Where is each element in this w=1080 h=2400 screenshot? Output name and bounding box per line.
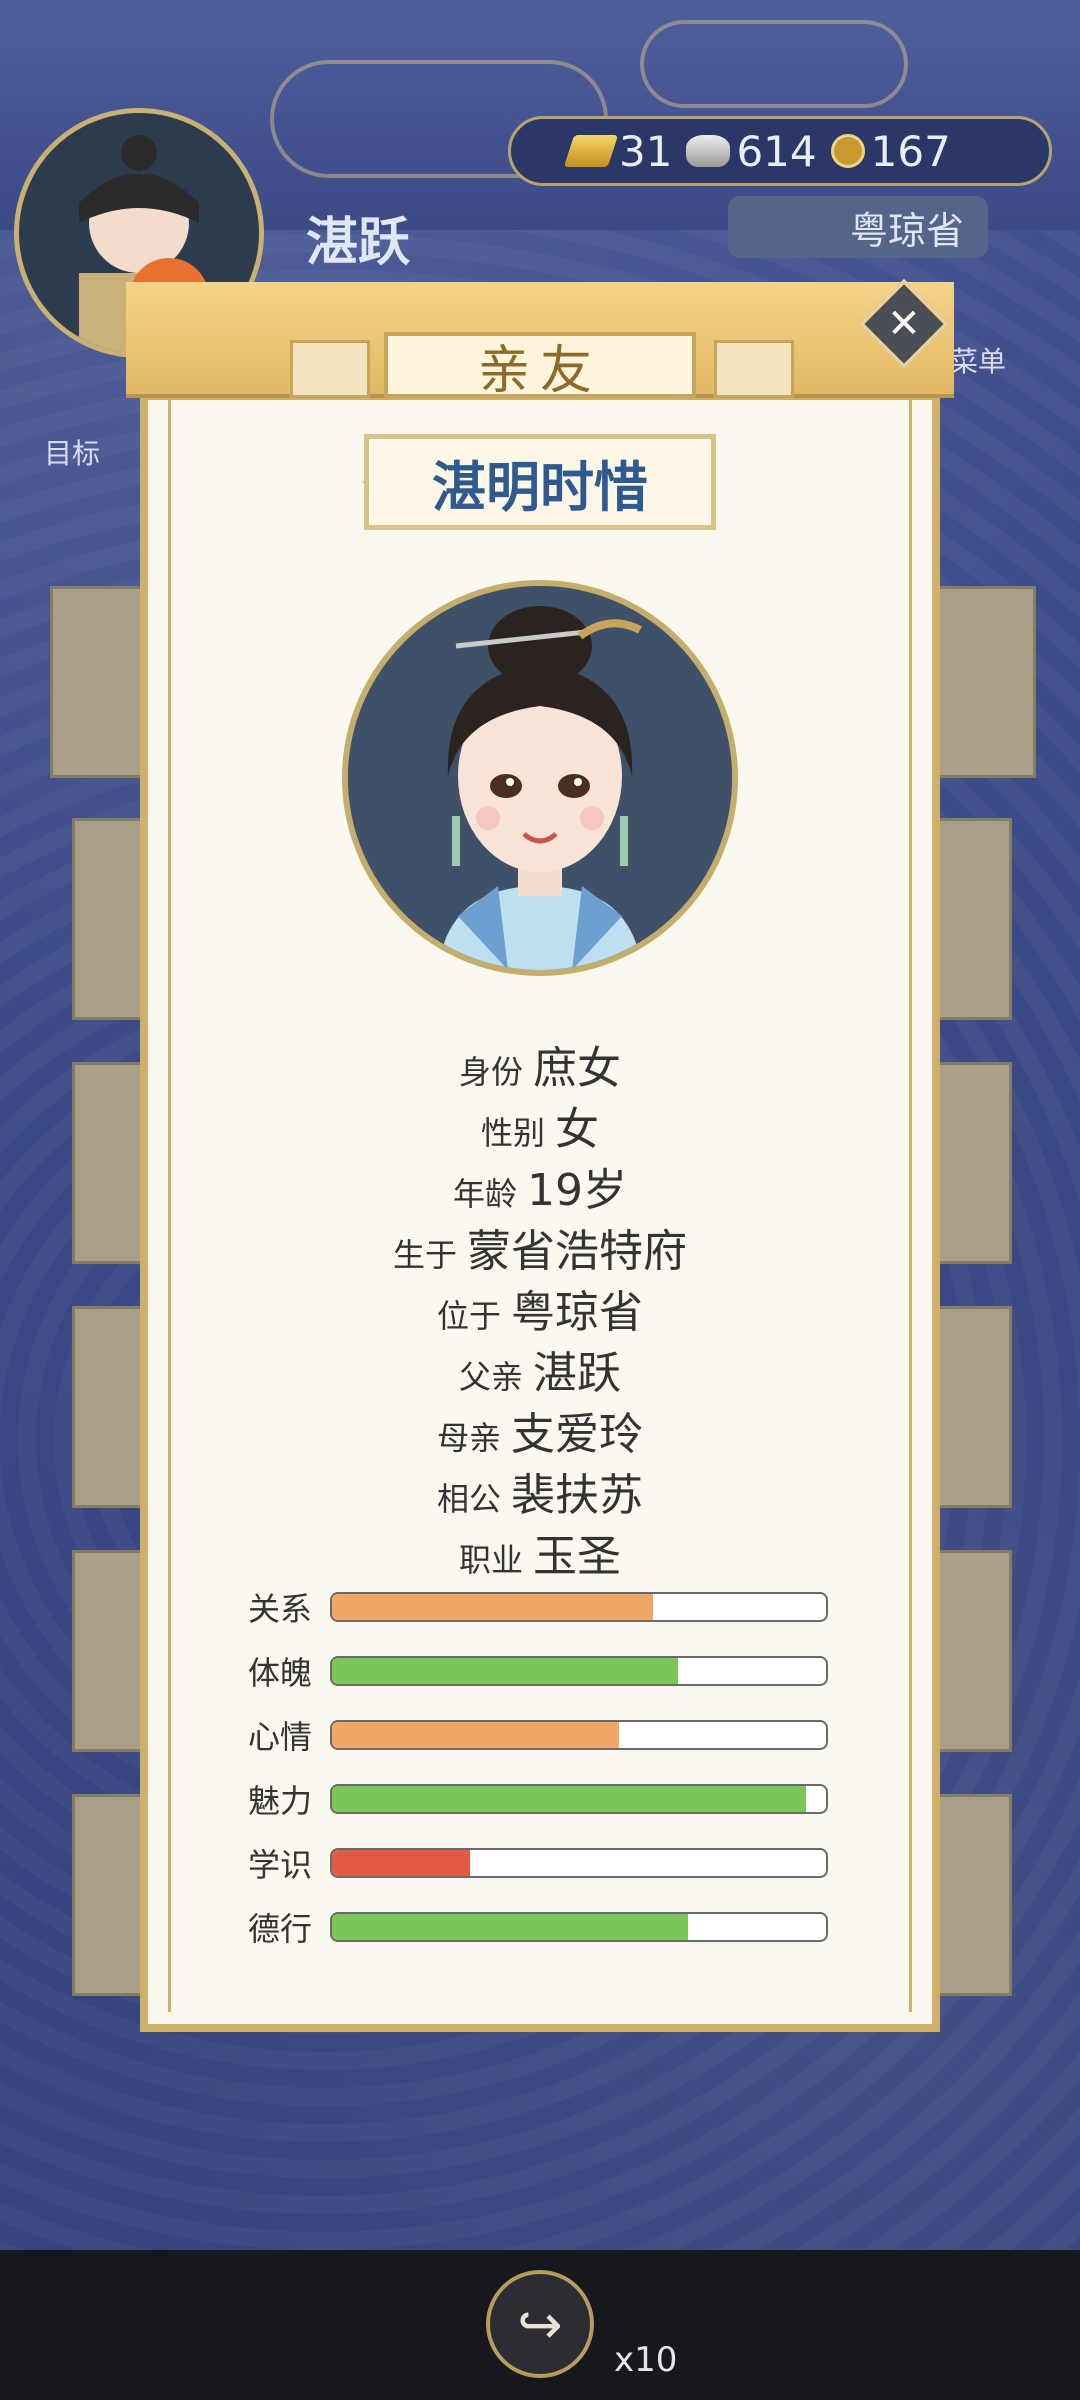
share-count: x10 — [614, 2340, 678, 2380]
stat-bar-fill — [332, 1914, 688, 1940]
info-row: 性别女 — [140, 1093, 940, 1157]
stat-bar-fill — [332, 1850, 471, 1876]
stat-label: 德行 — [248, 1910, 313, 1948]
currency-bar: 31 614 167 — [508, 116, 1052, 186]
stat-label: 魅力 — [248, 1782, 313, 1820]
info-label: 位于 — [436, 1297, 501, 1335]
info-value: 庶女 — [533, 1043, 621, 1094]
info-label: 身份 — [458, 1053, 523, 1091]
info-row: 身份 庶女 — [140, 1032, 940, 1096]
header-tab-decoration — [290, 340, 370, 398]
stat-bar-track — [330, 1912, 828, 1942]
province-label: 粤琼省 — [849, 208, 964, 253]
stat-row: 德行 — [248, 1910, 848, 1948]
stat-bar-fill — [332, 1722, 619, 1748]
info-row: 职业 玉圣 — [140, 1520, 940, 1584]
gold-ingot-icon — [563, 135, 619, 167]
info-row: 相公 裴扶苏 — [140, 1459, 940, 1523]
info-row: 生于 蒙省浩特府 — [140, 1215, 940, 1279]
stat-label: 学识 — [248, 1846, 313, 1884]
info-row: 年龄 19岁 — [140, 1154, 940, 1218]
stat-bar-track — [330, 1720, 828, 1750]
coin-counter[interactable]: 167 — [830, 126, 951, 176]
stat-label: 心情 — [248, 1718, 313, 1756]
info-value: 粤琼省 — [511, 1287, 643, 1338]
stat-label: 关系 — [248, 1590, 313, 1628]
stat-row: 魅力 — [248, 1782, 848, 1820]
info-label: 年龄 — [452, 1175, 517, 1213]
stat-bar-fill — [332, 1786, 807, 1812]
stat-label: 体魄 — [248, 1654, 313, 1692]
info-label: 职业 — [458, 1541, 523, 1579]
player-name: 湛跃 — [306, 214, 411, 272]
lady-portrait-icon — [348, 586, 732, 970]
share-button[interactable]: ↪ — [486, 2270, 594, 2378]
copper-coin-icon — [830, 134, 865, 168]
stat-bar-track — [330, 1656, 828, 1686]
info-label: 相公 — [436, 1480, 501, 1518]
silver-value: 614 — [736, 126, 817, 176]
info-value: 支爱玲 — [511, 1409, 643, 1460]
person-name: 湛明时惜 — [364, 434, 716, 530]
info-value: 女 — [555, 1104, 599, 1155]
info-value: 裴扶苏 — [511, 1470, 643, 1521]
gold-counter[interactable]: 31 — [563, 126, 673, 176]
info-label: 生于 — [392, 1236, 457, 1274]
province-tag[interactable]: 粤琼省 — [728, 196, 988, 258]
info-value: 19岁 — [527, 1165, 627, 1216]
coin-value: 167 — [870, 126, 951, 176]
info-value: 蒙省浩特府 — [467, 1226, 687, 1277]
stat-row: 学识 — [248, 1846, 848, 1884]
info-row: 父亲 湛跃 — [140, 1337, 940, 1401]
modal-title: 亲友 — [384, 332, 696, 401]
close-icon: ✕ — [887, 300, 921, 347]
info-value: 玉圣 — [533, 1531, 621, 1582]
menu-label[interactable]: 菜单 — [950, 340, 1006, 380]
info-label: 性别 — [480, 1114, 545, 1152]
gold-value: 31 — [619, 126, 673, 176]
header-tab-decoration — [714, 340, 794, 398]
stat-row: 心情 — [248, 1718, 848, 1756]
info-label: 父亲 — [458, 1358, 523, 1396]
goal-label[interactable]: 目标 — [44, 432, 100, 472]
share-icon: ↪ — [517, 2292, 563, 2356]
info-value: 湛跃 — [533, 1348, 621, 1399]
stat-bar-fill — [332, 1594, 654, 1620]
stat-bar-fill — [332, 1658, 678, 1684]
stat-bar-track — [330, 1848, 828, 1878]
stat-row: 关系 — [248, 1590, 848, 1628]
info-label: 母亲 — [436, 1419, 501, 1457]
info-row: 母亲 支爱玲 — [140, 1398, 940, 1462]
stat-bar-track — [330, 1592, 828, 1622]
cloud-decoration — [640, 20, 908, 108]
silver-counter[interactable]: 614 — [686, 126, 817, 176]
silver-ingot-icon — [686, 135, 731, 167]
stat-bar-track — [330, 1784, 828, 1814]
info-row: 位于 粤琼省 — [140, 1276, 940, 1340]
person-portrait — [342, 580, 738, 976]
stat-row: 体魄 — [248, 1654, 848, 1692]
